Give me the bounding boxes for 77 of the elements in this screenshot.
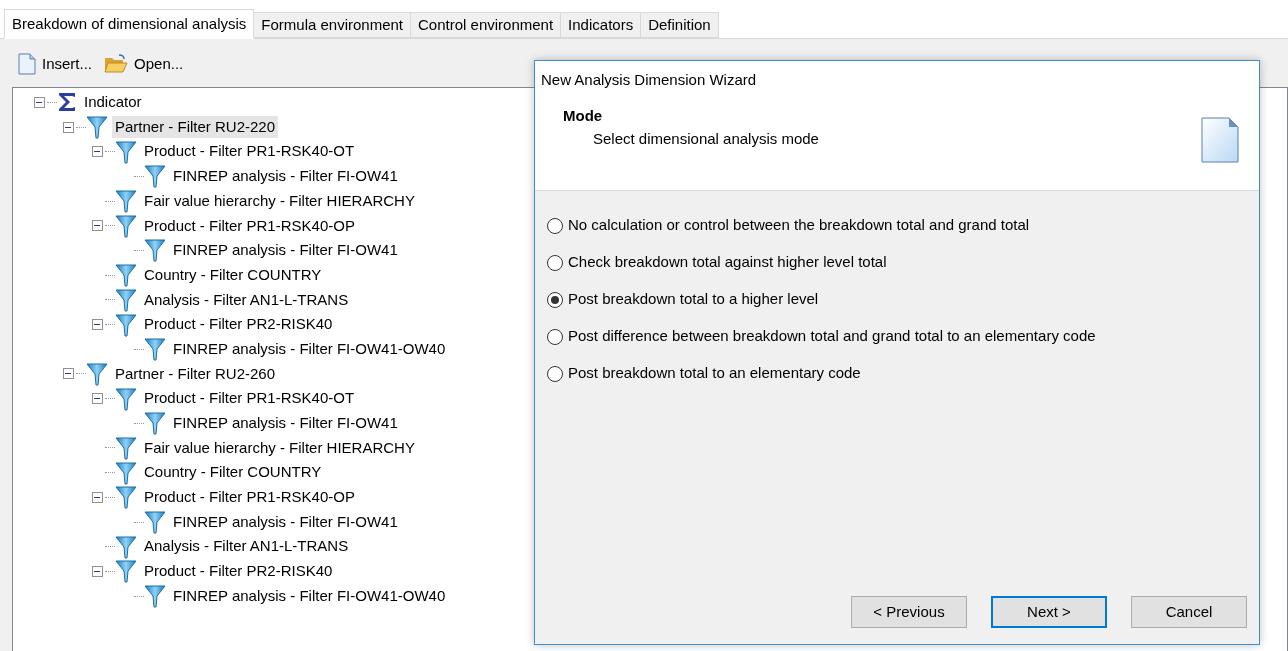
funnel-icon [115, 485, 137, 510]
collapse-toggle[interactable] [62, 121, 74, 133]
dialog-title: New Analysis Dimension Wizard [540, 70, 758, 90]
radio-button[interactable] [547, 291, 563, 308]
tree-item[interactable]: Product - Filter PR2-RISK40 [141, 313, 336, 336]
tree-item[interactable]: Partner - Filter RU2-220 [112, 115, 279, 139]
radio-option[interactable]: Post difference between breakdown total and grand total to an elementary code [547, 318, 1259, 355]
funnel-icon [115, 386, 137, 411]
funnel-icon [115, 139, 137, 164]
tree-item[interactable]: FINREP analysis - Filter FI-OW41 [170, 412, 401, 435]
radio-button[interactable] [547, 365, 563, 382]
radio-button[interactable] [547, 328, 563, 345]
tree-item[interactable]: Country - Filter COUNTRY [141, 263, 325, 287]
tree-item[interactable]: Analysis - Filter AN1-L-TRANS [141, 288, 352, 312]
dialog-button[interactable]: < Previous [851, 596, 967, 628]
step-description: Select dimensional analysis mode [592, 128, 819, 149]
dialog-button[interactable]: Next > [991, 596, 1107, 628]
toolbar-button[interactable]: Insert... [18, 52, 93, 76]
funnel-icon [144, 238, 166, 263]
funnel-icon [144, 584, 166, 609]
collapse-toggle[interactable] [91, 565, 103, 577]
collapse-toggle[interactable] [33, 96, 45, 108]
tree-item[interactable]: Product - Filter PR2-RISK40 [141, 560, 336, 583]
tab[interactable]: Breakdown of dimensional analysis [4, 9, 255, 39]
dialog-button[interactable]: Cancel [1131, 596, 1247, 628]
tree-item[interactable]: Partner - Filter RU2-260 [112, 362, 279, 386]
tab[interactable]: Formula environment [253, 12, 412, 38]
folder-icon [104, 54, 129, 74]
funnel-icon [115, 435, 137, 460]
document-icon [18, 53, 36, 75]
tab[interactable]: Control environment [410, 12, 562, 38]
tree-item[interactable]: Fair value hierarchy - Filter HIERARCHY [141, 436, 418, 460]
tree-item[interactable]: Fair value hierarchy - Filter HIERARCHY [141, 189, 418, 213]
tree-item[interactable]: Country - Filter COUNTRY [141, 461, 325, 484]
collapse-toggle[interactable] [91, 146, 103, 158]
tree-item[interactable]: Product - Filter PR1-RSK40-OP [141, 486, 358, 509]
radio-option[interactable]: Post breakdown total to an elementary code [547, 355, 1259, 392]
document-icon [1201, 117, 1239, 163]
funnel-icon [115, 287, 137, 312]
tree-item[interactable]: Indicator [81, 91, 145, 114]
collapse-toggle[interactable] [91, 319, 103, 331]
tree-item[interactable]: FINREP analysis - Filter FI-OW41-OW40 [170, 584, 449, 608]
funnel-icon [115, 460, 137, 485]
radio-option[interactable]: No calculation or control between the breakdown total and grand total [547, 207, 1259, 244]
tree-item[interactable]: FINREP analysis - Filter FI-OW41 [170, 510, 401, 534]
collapse-toggle[interactable] [91, 393, 103, 405]
sigma-icon [57, 91, 77, 114]
tree-item[interactable]: FINREP analysis - Filter FI-OW41-OW40 [170, 337, 449, 361]
tree-item[interactable]: Product - Filter PR1-RSK40-OT [141, 387, 358, 410]
funnel-icon [144, 337, 166, 362]
funnel-icon [115, 559, 137, 584]
funnel-icon [115, 312, 137, 337]
radio-button[interactable] [547, 217, 563, 234]
tree-item[interactable]: FINREP analysis - Filter FI-OW41 [170, 239, 401, 262]
radio-option[interactable]: Check breakdown total against higher level total [547, 244, 1259, 281]
tab[interactable]: Indicators [560, 12, 642, 38]
funnel-icon [144, 164, 166, 189]
radio-option[interactable]: Post breakdown total to a higher level [547, 281, 1259, 318]
radio-button[interactable] [547, 254, 563, 271]
funnel-icon [86, 115, 108, 140]
collapse-toggle[interactable] [62, 368, 74, 380]
funnel-icon [115, 534, 137, 559]
tree-item[interactable]: Analysis - Filter AN1-L-TRANS [141, 535, 352, 558]
toolbar-button[interactable]: Open... [104, 52, 184, 76]
step-heading: Mode [563, 106, 604, 126]
tree-item[interactable]: FINREP analysis - Filter FI-OW41 [170, 165, 401, 188]
funnel-icon [115, 213, 137, 238]
tree-item[interactable]: Product - Filter PR1-RSK40-OP [141, 214, 358, 238]
funnel-icon [144, 510, 166, 535]
funnel-icon [115, 263, 137, 288]
funnel-icon [86, 361, 108, 386]
funnel-icon [115, 189, 137, 214]
tree-item[interactable]: Product - Filter PR1-RSK40-OT [141, 140, 358, 163]
collapse-toggle[interactable] [91, 491, 103, 503]
tab[interactable]: Definition [640, 12, 719, 38]
collapse-toggle[interactable] [91, 220, 103, 232]
funnel-icon [144, 411, 166, 436]
